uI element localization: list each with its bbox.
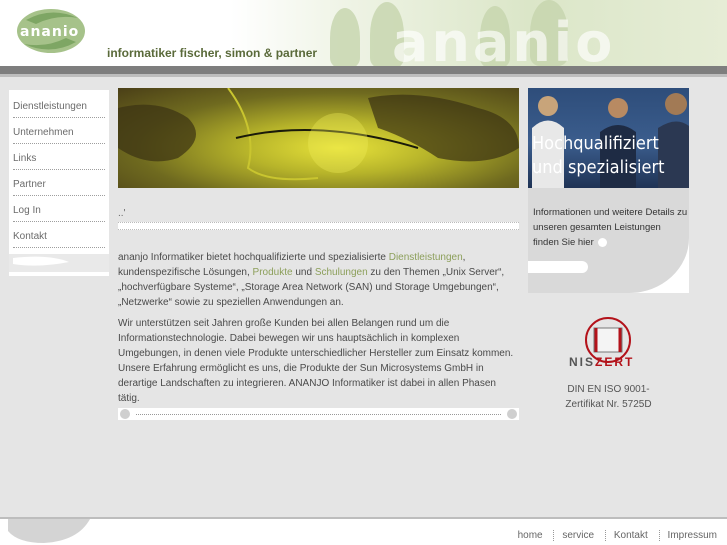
cert-brand-a: NIS <box>569 355 596 369</box>
footer-link-impressum[interactable]: Impressum <box>658 530 725 541</box>
arrow-right-icon[interactable] <box>598 237 608 247</box>
body-paragraph: Wir unterstützen seit Jahren große Kunde… <box>118 318 514 404</box>
promo-title: Hochqualifiziert und spezialisiert <box>532 132 689 180</box>
promo-title-line2: und spezialisiert <box>532 157 665 178</box>
cert-text: DIN EN ISO 9001- Zertifikat Nr. 5725D <box>528 382 689 412</box>
cert-line2: Zertifikat Nr. 5725D <box>565 399 652 410</box>
logo-text: ananio <box>20 24 80 40</box>
footer-nav: home service Kontakt Impressum <box>510 530 725 541</box>
footer-link-service[interactable]: service <box>553 530 603 541</box>
promo-text: Informationen und weitere Details zu uns… <box>533 205 689 250</box>
scroll-down-icon[interactable] <box>507 409 517 419</box>
footer-link-kontakt[interactable]: Kontakt <box>604 530 656 541</box>
link-produkte[interactable]: Produkte <box>253 267 293 278</box>
header: ananio ananio informatiker fischer, simo… <box>0 0 727 66</box>
link-dienstleistungen[interactable]: Dienstleistungen <box>389 252 463 263</box>
scroll-up-icon[interactable] <box>120 409 130 419</box>
sidebar-nav: Dienstleistungen Unternehmen Links Partn… <box>9 90 109 276</box>
intro-paragraph: ananjo Informatiker bietet hochqualifizi… <box>118 250 520 310</box>
world-map-banner <box>118 88 519 188</box>
promo-text-label: Informationen und weitere Details zu uns… <box>533 207 688 248</box>
sidebar-item-login[interactable]: Log In <box>13 196 105 222</box>
sidebar-item-links[interactable]: Links <box>13 144 105 170</box>
link-schulungen[interactable]: Schulungen <box>315 267 368 278</box>
cert-line1: DIN EN ISO 9001- <box>567 384 650 395</box>
intro-text-3: und <box>292 267 315 278</box>
pager-line <box>136 414 501 415</box>
intro-text-1: ananjo Informatiker bietet hochqualifizi… <box>118 252 389 263</box>
sidebar-item-dienstleistungen[interactable]: Dienstleistungen <box>13 92 105 118</box>
header-subbar <box>0 74 727 77</box>
header-tagline: informatiker fischer, simon & partner <box>107 46 318 60</box>
promo-swoosh <box>528 261 588 273</box>
main-content: ananjo Informatiker bietet hochqualifizi… <box>118 250 520 412</box>
cert-brand: NISZERT <box>569 355 634 369</box>
content-divider <box>118 222 519 230</box>
breadcrumb: ..' <box>118 208 126 219</box>
footer-link-home[interactable]: home <box>510 530 551 541</box>
sidebar-item-unternehmen[interactable]: Unternehmen <box>13 118 105 144</box>
header-watermark: ananio <box>392 11 616 67</box>
content-pager <box>118 408 519 420</box>
footer: home service Kontakt Impressum <box>0 519 727 545</box>
header-bar <box>0 66 727 74</box>
world-map-graphic <box>118 88 519 181</box>
promo-title-line1: Hochqualifiziert <box>532 133 659 154</box>
promo-box[interactable]: Hochqualifiziert und spezialisiert Infor… <box>528 88 689 293</box>
sidebar-swoosh <box>9 254 109 272</box>
footer-swoosh <box>8 519 90 543</box>
sidebar-item-kontakt[interactable]: Kontakt <box>13 222 105 248</box>
sidebar-item-partner[interactable]: Partner <box>13 170 105 196</box>
cert-brand-b: ZERT <box>595 355 635 369</box>
